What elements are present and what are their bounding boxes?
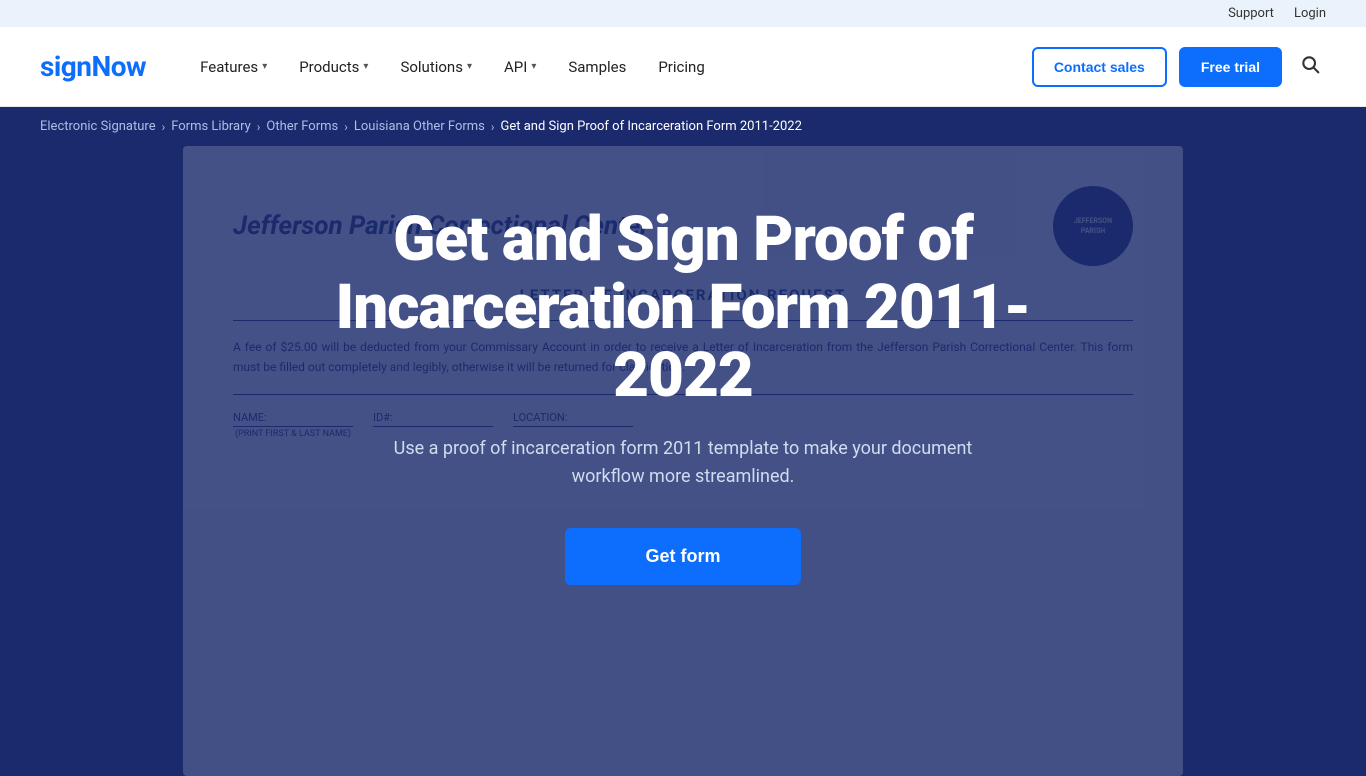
free-trial-button[interactable]: Free trial (1179, 47, 1282, 87)
breadcrumb-forms-library[interactable]: Forms Library (171, 119, 251, 134)
breadcrumb-separator: › (162, 120, 166, 134)
get-form-button[interactable]: Get form (565, 528, 800, 585)
nav-products[interactable]: Products ▾ (285, 50, 382, 84)
chevron-down-icon: ▾ (531, 61, 536, 72)
nav-solutions[interactable]: Solutions ▾ (386, 50, 486, 84)
search-button[interactable] (1294, 48, 1326, 86)
support-link[interactable]: Support (1228, 6, 1274, 21)
logo[interactable]: signNow (40, 50, 146, 83)
svg-text:JEFFERSON: JEFFERSON (1074, 217, 1112, 225)
breadcrumb-current: Get and Sign Proof of Incarceration Form… (501, 119, 802, 134)
contact-sales-button[interactable]: Contact sales (1032, 47, 1167, 87)
breadcrumb-electronic-signature[interactable]: Electronic Signature (40, 119, 156, 134)
nav-api[interactable]: API ▾ (490, 50, 550, 84)
header: signNow Features ▾ Products ▾ Solutions … (0, 27, 1366, 107)
breadcrumb: Electronic Signature › Forms Library › O… (0, 107, 1366, 146)
logo-text: signNow (40, 50, 146, 83)
breadcrumb-separator: › (491, 120, 495, 134)
breadcrumb-louisiana-other-forms[interactable]: Louisiana Other Forms (354, 119, 485, 134)
search-icon (1300, 54, 1320, 74)
hero-content: Get and Sign Proof of Incarceration Form… (303, 206, 1063, 585)
hero-section: Jefferson Parish Correctional Center JEF… (0, 146, 1366, 776)
form-bg-badge: JEFFERSON PARISH (1053, 186, 1133, 266)
chevron-down-icon: ▾ (363, 61, 368, 72)
nav-pricing[interactable]: Pricing (644, 50, 718, 84)
login-link[interactable]: Login (1294, 6, 1326, 21)
chevron-down-icon: ▾ (262, 61, 267, 72)
hero-title: Get and Sign Proof of Incarceration Form… (303, 206, 1063, 411)
header-actions: Contact sales Free trial (1032, 47, 1326, 87)
svg-text:PARISH: PARISH (1081, 227, 1105, 235)
nav-features[interactable]: Features ▾ (186, 50, 281, 84)
main-nav: Features ▾ Products ▾ Solutions ▾ API ▾ … (186, 50, 1032, 84)
chevron-down-icon: ▾ (467, 61, 472, 72)
nav-samples[interactable]: Samples (554, 50, 640, 84)
breadcrumb-separator: › (257, 120, 261, 134)
top-bar: Support Login (0, 0, 1366, 27)
breadcrumb-separator: › (344, 120, 348, 134)
breadcrumb-other-forms[interactable]: Other Forms (266, 119, 338, 134)
hero-subtitle: Use a proof of incarceration form 2011 t… (383, 435, 983, 493)
